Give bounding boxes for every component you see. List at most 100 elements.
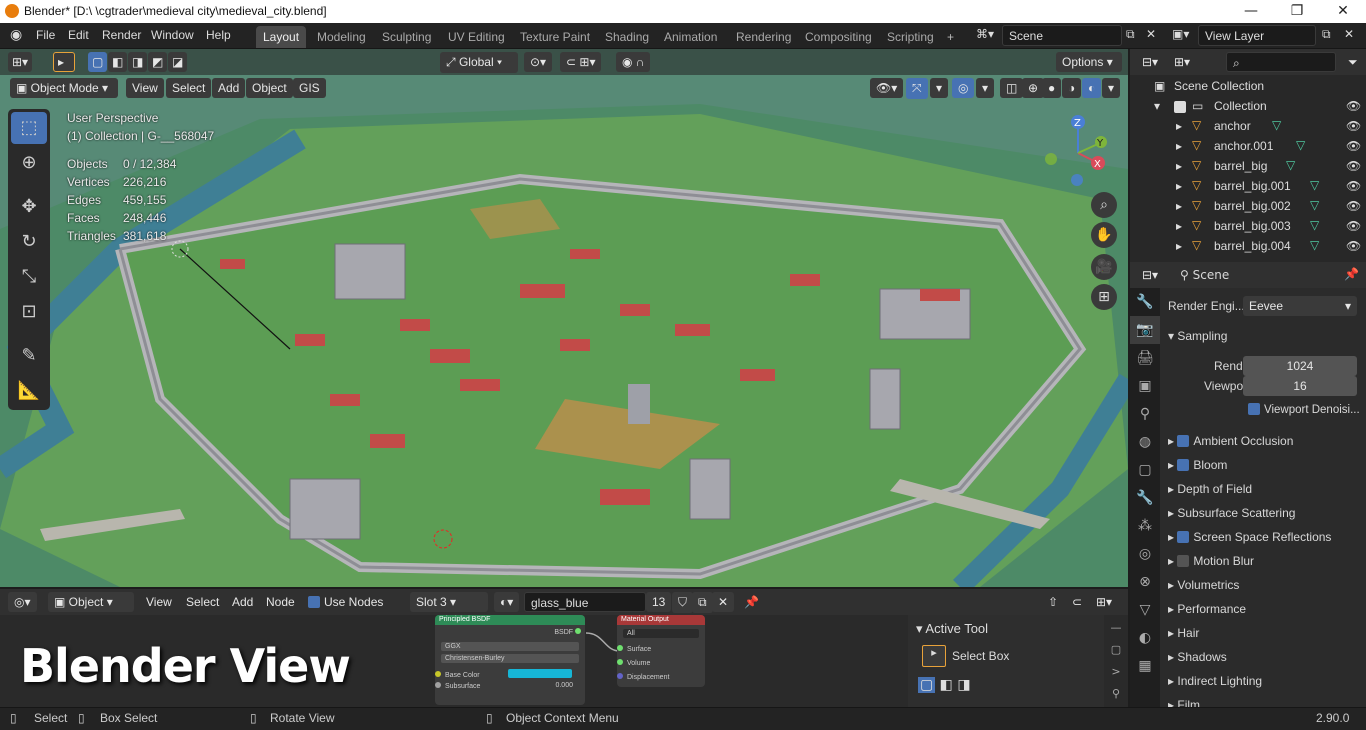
maximize-button[interactable]: ❐ [1274,0,1320,23]
viewport-denoising-checkbox[interactable]: Viewport Denoisi... [1248,403,1360,416]
output-target-dropdown[interactable]: All [623,629,699,638]
use-nodes-checkbox[interactable]: Use Nodes [302,592,389,612]
pin-icon[interactable]: 📌 [738,592,765,612]
subsurface-method-dropdown[interactable]: Christensen-Burley [441,654,579,663]
viewport-menu-object[interactable]: Object [246,78,293,98]
hair-panel[interactable]: ▸ Hair [1168,626,1199,640]
visibility-eye-icon[interactable]: 👁 [1346,219,1361,233]
visibility-eye-icon[interactable]: 👁 [1346,199,1361,213]
shading-rendered-icon[interactable]: ◐ [1082,78,1102,98]
editor-type-icon[interactable]: ⊞▾ [8,52,33,72]
select-box-tool-icon[interactable]: ⬚ [11,112,47,144]
physics-tab-icon[interactable]: ◎ [1130,540,1160,568]
subsurface-scattering-panel[interactable]: ▸ Subsurface Scattering [1168,506,1295,520]
select-mode-extend-icon[interactable]: ◧ [108,52,128,72]
volumetrics-panel[interactable]: ▸ Volumetrics [1168,578,1239,592]
properties-type-icon[interactable]: ⊟▾ [1136,265,1164,285]
move-tool-icon[interactable]: ✥ [11,191,47,223]
shader-type-dropdown[interactable]: ▣ Object ▾ [48,592,134,612]
pan-hand-icon[interactable]: ✋ [1091,222,1117,248]
outliner-item[interactable]: ▸ ▽ barrel_big.002 ▽ 👁 [1130,197,1366,217]
world-tab-icon[interactable]: ◍ [1130,428,1160,456]
render-samples-field[interactable]: 1024 [1243,356,1357,376]
node-menu-add[interactable]: Add [226,592,259,612]
viewport-menu-add[interactable]: Add [212,78,246,98]
tab-rendering[interactable]: Rendering [729,26,798,48]
xray-icon[interactable]: ◫ [1000,78,1024,98]
distribution-dropdown[interactable]: GGX [441,642,579,651]
outliner-item[interactable]: ▸ ▽ anchor.001 ▽ 👁 [1130,137,1366,157]
snap-node-icon[interactable]: ⊂ [1066,592,1088,612]
outliner-collection[interactable]: ▾ ▭ Collection 👁 [1130,97,1366,117]
menu-window[interactable]: Window [151,28,194,42]
bsdf-output-socket[interactable]: BSDF [435,625,585,639]
menu-edit[interactable]: Edit [68,28,89,42]
modifier-tab-icon[interactable]: 🔧 [1130,484,1160,512]
delete-scene-icon[interactable]: ✕ [1146,27,1156,41]
filter-icon[interactable]: ⏷ [1342,52,1364,73]
visibility-eye-icon[interactable]: 👁 [1346,139,1361,153]
outliner-item[interactable]: ▸ ▽ barrel_big.001 ▽ 👁 [1130,177,1366,197]
select-box-tool-icon[interactable]: ▸ [922,645,946,667]
outliner[interactable]: ⊟▾ ⊞▾ ⌕ ⏷ ▣ Scene Collection ▾ ▭ Collection… [1130,49,1366,262]
tab-shading[interactable]: Shading [598,26,656,48]
render-engine-dropdown[interactable]: Eevee ▾ [1243,296,1357,316]
minimize-button[interactable]: — [1228,0,1274,23]
object-data-tab-icon[interactable]: ▽ [1130,596,1160,624]
duplicate-material-icon[interactable]: ⧉ [692,592,713,613]
texture-tab-icon[interactable]: ▦ [1130,652,1160,680]
select-mode-new-icon[interactable]: ▢ [88,52,108,72]
outliner-root[interactable]: ▣ Scene Collection [1130,77,1366,97]
constraints-tab-icon[interactable]: ⊗ [1130,568,1160,596]
outliner-type-icon[interactable]: ⊟▾ [1136,52,1164,72]
shading-material-icon[interactable]: ◑ [1062,78,1082,98]
object-tab-icon[interactable]: ▢ [1130,456,1160,484]
outliner-item[interactable]: ▸ ▽ barrel_big.003 ▽ 👁 [1130,217,1366,237]
visibility-eye-icon[interactable]: 👁 [1346,119,1361,133]
select-tool-icon[interactable]: ▸ [53,52,75,72]
tool-tab-icon[interactable]: 🔧 [1130,288,1160,316]
rotate-tool-icon[interactable]: ↻ [11,226,47,258]
node-menu-view[interactable]: View [140,592,178,612]
measure-tool-icon[interactable]: 📐 [11,375,47,407]
visibility-eye-icon[interactable]: 👁 [1346,179,1361,193]
material-browse-icon[interactable]: ◐▾ [494,592,520,612]
shader-editor[interactable]: ◎▾ ▣ Object ▾ View Select Add Node Use N… [0,589,1128,707]
gizmo-dropdown-icon[interactable]: ▾ [930,78,949,98]
select-mode-subtract-icon[interactable]: ◨ [128,52,148,72]
pin-icon[interactable]: 📌 [1344,267,1359,281]
parent-node-tree-icon[interactable]: ⇧ [1042,592,1064,612]
add-workspace-button[interactable]: + [940,26,961,48]
outliner-item[interactable]: ▸ ▽ barrel_big ▽ 👁 [1130,157,1366,177]
node-editor-type-icon[interactable]: ◎▾ [8,592,37,612]
volume-input-socket[interactable]: Volume [617,656,705,670]
tab-uv-editing[interactable]: UV Editing [441,26,512,48]
snap-element-icon[interactable]: ⊞▾ [1090,592,1118,612]
transform-tool-icon[interactable]: ⊡ [11,296,47,328]
node-menu-node[interactable]: Node [260,592,301,612]
3d-viewport[interactable]: ⊞▾ ▸ ▢ ◧ ◨ ◩ ◪ ⤢ Global ▾ ⊙▾ ⊂ ⊞▾ ◉ ∩ Op… [0,49,1128,587]
transform-orientation-dropdown[interactable]: ⤢ Global ▾ [440,52,518,73]
node-menu-select[interactable]: Select [180,592,225,612]
cursor-tool-icon[interactable]: ⊕ [11,147,47,179]
select-mode-intersect-icon[interactable]: ◪ [168,52,188,72]
shadows-panel[interactable]: ▸ Shadows [1168,650,1227,664]
view-layer-tab-icon[interactable]: ▣ [1130,372,1160,400]
tab-animation[interactable]: Animation [657,26,724,48]
displacement-input-socket[interactable]: Displacement [617,670,705,684]
viewport-menu-select[interactable]: Select [166,78,212,98]
blender-menu-icon[interactable]: ◉ [10,26,22,43]
active-tool-title[interactable]: ▾ Active Tool [908,615,1104,643]
slot-dropdown[interactable]: Slot 3 ▾ [410,592,488,612]
viewport-samples-field[interactable]: 16 [1243,376,1357,396]
navigation-gizmo[interactable]: Z X Y [1040,111,1120,191]
depth-of-field-panel[interactable]: ▸ Depth of Field [1168,482,1252,496]
menu-file[interactable]: File [36,28,55,42]
ortho-grid-icon[interactable]: ⊞ [1091,284,1117,310]
viewport-menu-gis[interactable]: GIS [293,78,326,98]
shading-dropdown-icon[interactable]: ▾ [1102,78,1121,98]
shading-wireframe-icon[interactable]: ⊕ [1022,78,1045,98]
visibility-eye-icon[interactable]: 👁 [1346,99,1361,113]
ambient-occlusion-panel[interactable]: ▸ Ambient Occlusion [1168,434,1293,448]
subsurface-row[interactable]: Subsurface 0.000 [435,679,585,690]
